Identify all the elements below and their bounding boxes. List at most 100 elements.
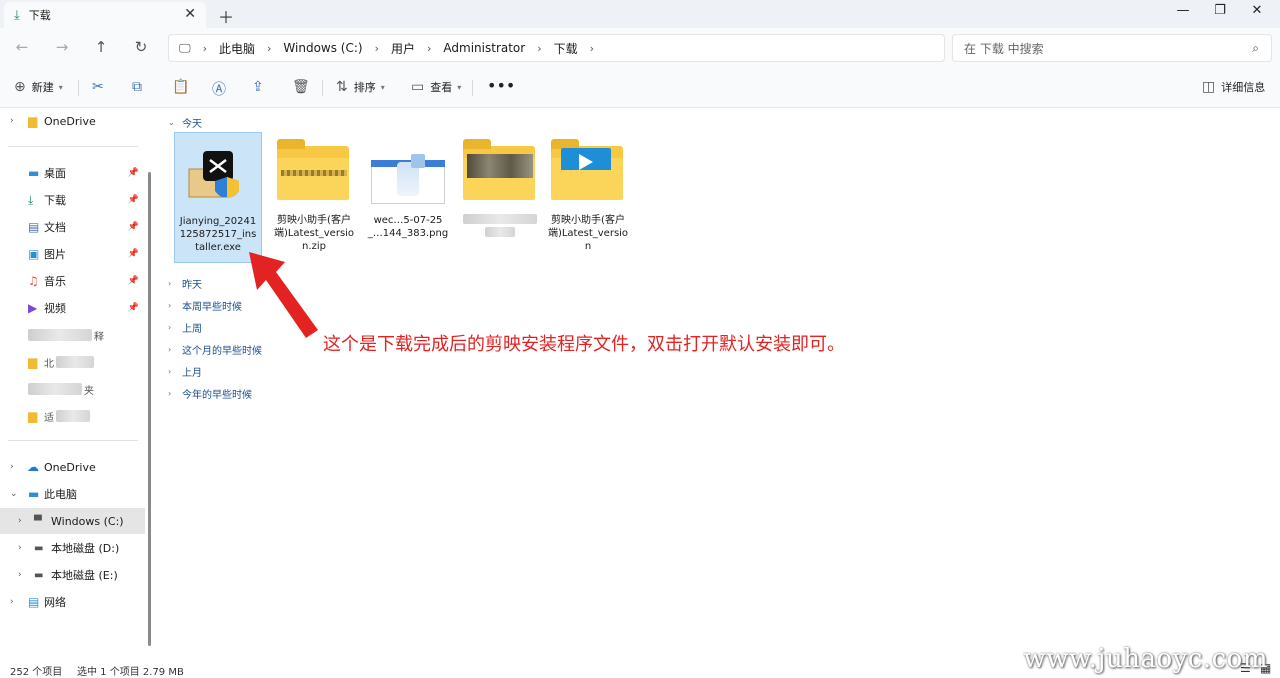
item-count: 252 个项目 xyxy=(10,667,63,678)
group-header-last-month[interactable]: › 上月 xyxy=(168,364,202,379)
blurred-file-name xyxy=(485,227,515,237)
video-icon: ▶ xyxy=(28,301,38,315)
close-window-button[interactable]: ✕ xyxy=(1242,3,1272,18)
group-header-this-week[interactable]: › 本周早些时候 xyxy=(168,298,242,313)
breadcrumb-users[interactable]: 用户 xyxy=(391,40,415,57)
minimize-button[interactable]: — xyxy=(1168,3,1198,18)
chevron-right-icon[interactable]: › xyxy=(10,462,14,472)
file-item-png[interactable]: wec…5-07-25_…144_383.png xyxy=(364,132,452,240)
sidebar-item-blurred-folder[interactable]: 夹 xyxy=(0,376,145,402)
pin-icon: 📌 xyxy=(127,222,139,232)
document-icon: ▤ xyxy=(28,220,40,234)
sidebar-item-label: 网络 xyxy=(44,596,66,609)
sidebar-item-onedrive-personal[interactable]: › ▆ OneDrive xyxy=(0,108,145,134)
sidebar-item-videos[interactable]: ▶ 视频 📌 xyxy=(0,295,145,321)
computer-icon: ▬ xyxy=(28,487,40,501)
file-list: ⌄ 今天 Jianying_20241125872517_installer.e… xyxy=(158,108,1280,660)
share-button[interactable]: ⇪ xyxy=(252,79,270,95)
sidebar-item-this-pc[interactable]: ⌄ ▬ 此电脑 xyxy=(0,481,145,507)
sidebar-item-desktop[interactable]: ▬ 桌面 📌 xyxy=(0,160,145,186)
chevron-right-icon[interactable]: › xyxy=(18,516,22,526)
maximize-button[interactable]: ❐ xyxy=(1205,3,1235,18)
tab-downloads[interactable]: ⤓ 下载 ✕ xyxy=(4,2,206,28)
cut-button[interactable]: ✂ xyxy=(92,79,110,95)
file-name: wec…5-07-25_…144_383.png xyxy=(367,215,449,239)
sidebar-item-downloads[interactable]: ⤓ 下载 📌 xyxy=(0,187,145,213)
breadcrumb-administrator[interactable]: Administrator xyxy=(443,41,525,55)
new-button[interactable]: ⊕ 新建 ▾ xyxy=(14,79,63,95)
breadcrumb-c-drive[interactable]: Windows (C:) xyxy=(283,41,362,55)
download-icon: ⤓ xyxy=(14,7,20,23)
forward-button[interactable]: → xyxy=(52,38,72,56)
chevron-right-icon[interactable]: › xyxy=(10,597,14,607)
group-header-this-year[interactable]: › 今年的早些时候 xyxy=(168,386,252,401)
sidebar-item-pictures[interactable]: ▣ 图片 📌 xyxy=(0,241,145,267)
paste-button[interactable]: 📋 xyxy=(172,79,195,95)
back-button[interactable]: ← xyxy=(12,38,32,56)
chevron-down-icon[interactable]: ⌄ xyxy=(10,489,18,499)
sidebar-item-d-drive[interactable]: › ▬ 本地磁盘 (D:) xyxy=(0,535,145,561)
blurred-label xyxy=(28,383,82,395)
command-bar: ⊕ 新建 ▾ ✂ ⧉ 📋 Ⓐ ⇪ 🗑 ⇅ 排序 ▾ ▭ 查看 ▾ ••• ◫ 详… xyxy=(0,68,1280,108)
new-tab-button[interactable]: ＋ xyxy=(218,4,234,28)
details-pane-button[interactable]: ◫ 详细信息 xyxy=(1202,79,1265,95)
chevron-right-icon[interactable]: › xyxy=(18,543,22,553)
chevron-right-icon[interactable]: › xyxy=(18,570,22,580)
view-icon: ▭ xyxy=(411,79,425,95)
folder-icon: ▆ xyxy=(28,355,38,369)
sidebar-item-c-drive[interactable]: › ▀ Windows (C:) xyxy=(0,508,145,534)
breadcrumb-this-pc[interactable]: 此电脑 xyxy=(219,40,255,57)
sidebar-item-label: 适 xyxy=(44,412,54,424)
blurred-file-name xyxy=(463,214,537,224)
up-button[interactable]: ↑ xyxy=(91,38,111,56)
sidebar-item-blurred-folder[interactable]: 释 xyxy=(0,322,145,348)
watermark: www.juhaoyc.com xyxy=(1023,644,1268,674)
new-label: 新建 xyxy=(31,81,54,94)
file-name: 剪映小助手(客户端)Latest_version xyxy=(547,215,629,252)
plus-circle-icon: ⊕ xyxy=(14,79,26,95)
sort-label: 排序 xyxy=(353,81,376,94)
address-bar[interactable]: 🖵 › 此电脑 › Windows (C:) › 用户 › Administra… xyxy=(168,34,945,62)
group-header-today[interactable]: ⌄ 今天 xyxy=(168,115,202,130)
sidebar-item-label: 本地磁盘 (D:) xyxy=(51,542,120,555)
view-button[interactable]: ▭ 查看 ▾ xyxy=(411,79,461,95)
copy-button[interactable]: ⧉ xyxy=(132,79,148,95)
sidebar-item-onedrive[interactable]: › ☁ OneDrive xyxy=(0,454,145,480)
capcut-installer-icon xyxy=(181,141,255,203)
pin-icon: 📌 xyxy=(127,303,139,313)
search-input[interactable]: 在 下载 中搜索 ⌕ xyxy=(952,34,1272,62)
file-item-zip[interactable]: 剪映小助手(客户端)Latest_version.zip xyxy=(270,132,358,253)
sidebar-item-documents[interactable]: ▤ 文档 📌 xyxy=(0,214,145,240)
sidebar-item-label: Windows (C:) xyxy=(51,514,124,528)
sidebar-item-label: 桌面 xyxy=(44,167,66,180)
sidebar-item-blurred-folder[interactable]: ▆ 北 xyxy=(0,349,145,375)
blurred-label xyxy=(56,356,94,368)
refresh-button[interactable]: ↻ xyxy=(131,38,151,56)
group-header-last-week[interactable]: › 上周 xyxy=(168,320,202,335)
chevron-down-icon: ▾ xyxy=(380,82,385,92)
blurred-folder-icon xyxy=(463,139,537,202)
group-label: 今年的早些时候 xyxy=(182,390,252,401)
sidebar-item-blurred-folder[interactable]: ▆ 适 xyxy=(0,403,145,429)
group-header-yesterday[interactable]: › 昨天 xyxy=(168,276,202,291)
close-tab-icon[interactable]: ✕ xyxy=(184,6,196,22)
chevron-right-icon[interactable]: › xyxy=(10,116,14,126)
sort-button[interactable]: ⇅ 排序 ▾ xyxy=(336,79,385,95)
group-header-this-month[interactable]: › 这个月的早些时候 xyxy=(168,342,262,357)
file-name: 剪映小助手(客户端)Latest_version.zip xyxy=(273,215,355,252)
delete-button[interactable]: 🗑 xyxy=(292,79,316,95)
sidebar-item-music[interactable]: ♫ 音乐 📌 xyxy=(0,268,145,294)
rename-button[interactable]: Ⓐ xyxy=(212,79,232,99)
file-item-installer[interactable]: Jianying_20241125872517_installer.exe xyxy=(174,132,262,263)
breadcrumb-downloads[interactable]: 下载 xyxy=(554,40,578,57)
more-options-button[interactable]: ••• xyxy=(487,76,515,95)
file-item-folder[interactable]: 剪映小助手(客户端)Latest_version xyxy=(544,132,632,253)
trash-icon: 🗑 xyxy=(292,79,310,95)
group-label: 这个月的早些时候 xyxy=(182,346,262,357)
sidebar-item-e-drive[interactable]: › ▬ 本地磁盘 (E:) xyxy=(0,562,145,588)
search-icon: ⌕ xyxy=(1252,41,1259,55)
details-label: 详细信息 xyxy=(1221,81,1266,94)
sidebar-scrollbar[interactable] xyxy=(148,172,151,646)
sidebar-item-network[interactable]: › ▤ 网络 xyxy=(0,589,145,615)
file-item-blurred-folder[interactable] xyxy=(456,132,544,237)
